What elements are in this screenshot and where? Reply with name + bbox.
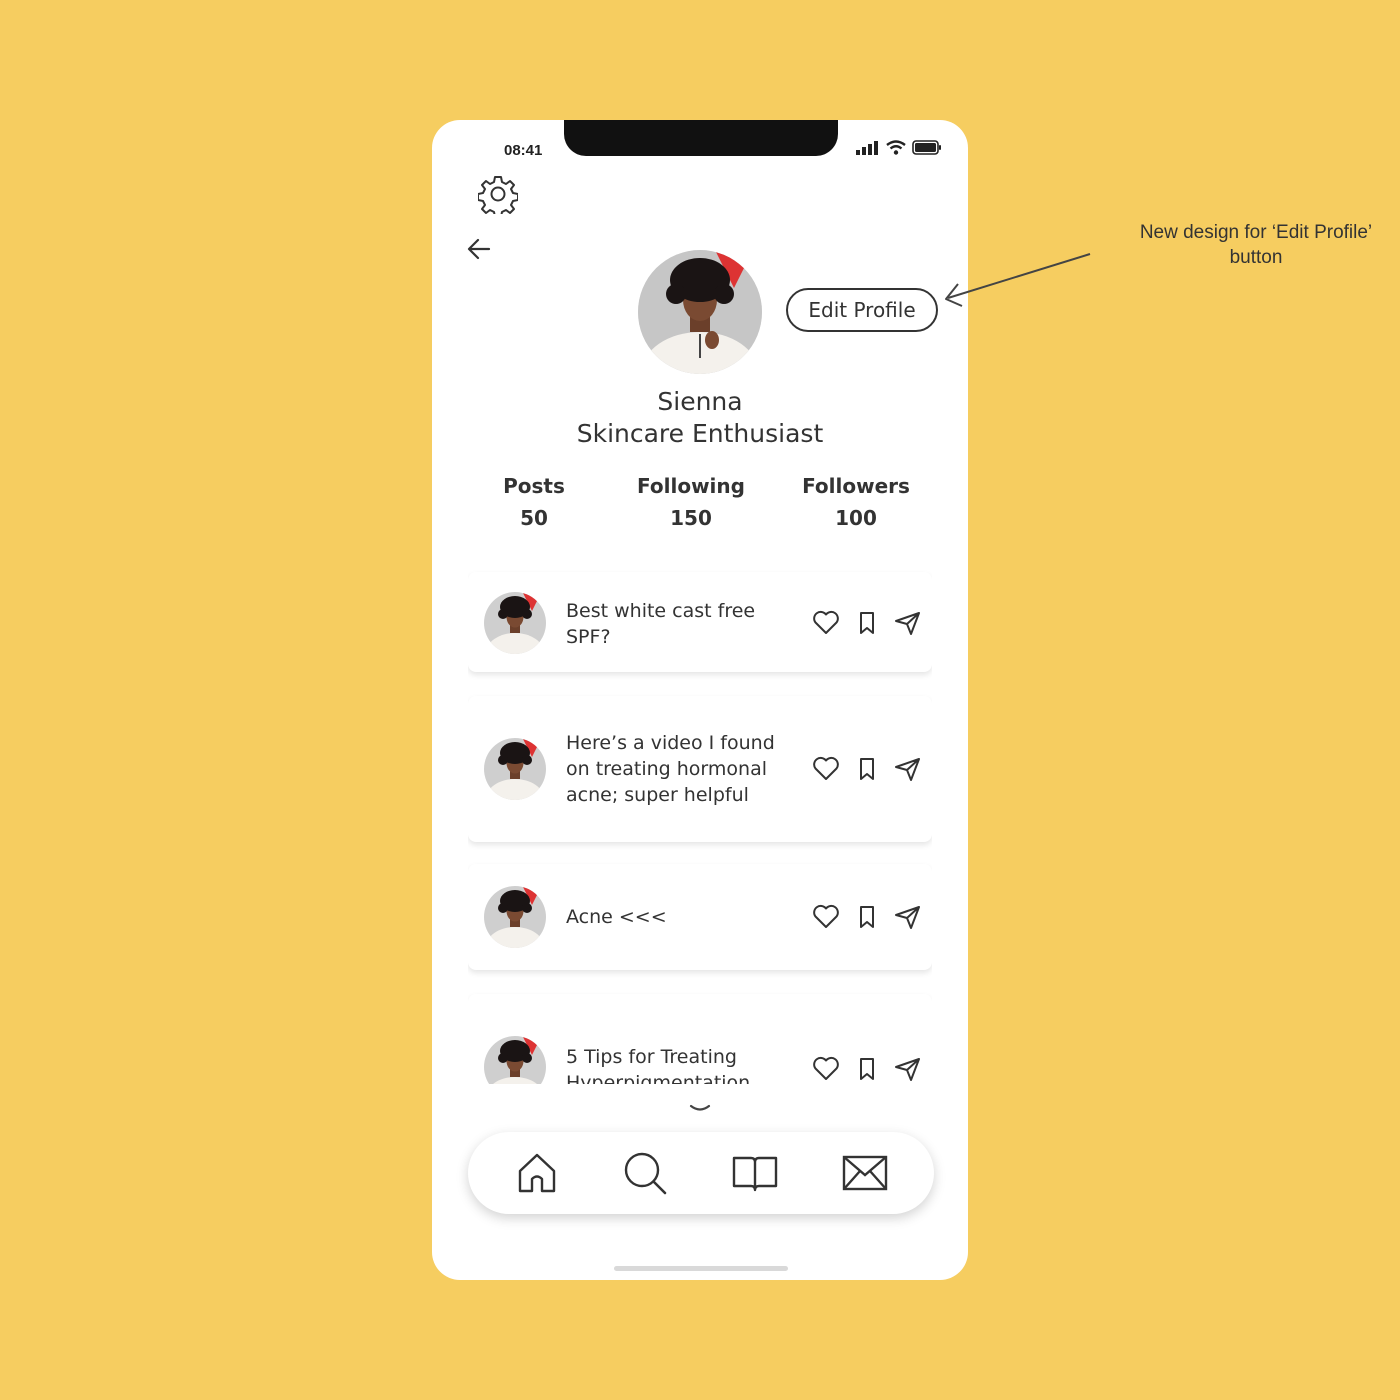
notch (564, 120, 838, 156)
bookmark-icon[interactable] (854, 904, 880, 930)
annotation-arrow-icon (945, 253, 1091, 307)
post-avatar (484, 1036, 546, 1084)
stat-value: 50 (520, 506, 548, 530)
heart-icon[interactable] (812, 756, 840, 782)
send-icon[interactable] (894, 904, 922, 930)
post-avatar (484, 738, 546, 800)
search-icon[interactable] (620, 1148, 670, 1198)
bookmark-icon[interactable] (854, 756, 880, 782)
wifi-icon (886, 140, 906, 155)
stat-label: Followers (802, 474, 910, 498)
book-icon[interactable] (730, 1148, 780, 1198)
post-card[interactable]: 5 Tips for Treating Hyperpigmentation (468, 994, 932, 1084)
profile-avatar (638, 250, 762, 374)
post-text: 5 Tips for Treating Hyperpigmentation (566, 1046, 751, 1084)
profile-header: Sienna Skincare Enthusiast (432, 386, 968, 450)
bookmark-icon[interactable] (854, 1056, 880, 1082)
stat-value: 100 (835, 506, 877, 530)
heart-icon[interactable] (812, 904, 840, 930)
status-icons (856, 140, 942, 155)
post-avatar (484, 592, 546, 654)
stat-value: 150 (670, 506, 712, 530)
back-arrow-icon[interactable] (466, 236, 492, 266)
post-text: Best white cast free SPF? (566, 600, 756, 648)
status-time: 08:41 (504, 142, 543, 159)
heart-icon[interactable] (812, 1056, 840, 1082)
post-card[interactable]: Here’s a video I found on treating hormo… (468, 696, 932, 842)
profile-tagline: Skincare Enthusiast (576, 419, 824, 448)
send-icon[interactable] (894, 610, 922, 636)
battery-icon (912, 140, 941, 155)
post-actions (812, 1056, 922, 1082)
post-actions (812, 904, 922, 930)
post-card[interactable]: Best white cast free SPF? (468, 572, 932, 672)
edit-profile-button[interactable]: Edit Profile (786, 288, 938, 332)
settings-gear-icon[interactable] (477, 174, 519, 218)
stat-label: Posts (503, 474, 565, 498)
home-indicator (614, 1266, 788, 1271)
design-annotation: New design for ‘Edit Profile’ button (1139, 222, 1373, 268)
bottom-nav (468, 1132, 934, 1214)
chevron-down-icon[interactable] (688, 1100, 712, 1119)
post-actions (812, 756, 922, 782)
send-icon[interactable] (894, 1056, 922, 1082)
post-card[interactable]: Acne <<< (468, 864, 932, 970)
stat-followers[interactable]: Followers 100 (794, 472, 918, 536)
signal-icon (856, 140, 878, 155)
send-icon[interactable] (894, 756, 922, 782)
phone-screen: 08:41 Edit Profile Sienna Skincare Enthu… (432, 120, 968, 1280)
post-avatar (484, 886, 546, 948)
bookmark-icon[interactable] (854, 610, 880, 636)
profile-stats: Posts 50 Following 150 Followers 100 (432, 472, 968, 542)
post-actions (812, 610, 922, 636)
post-text: Here’s a video I found on treating hormo… (566, 732, 775, 806)
post-text: Acne <<< (566, 906, 667, 928)
posts-list[interactable]: Best white cast free SPF? Here’s a video… (468, 568, 932, 1084)
profile-name: Sienna (657, 387, 743, 416)
stat-posts[interactable]: Posts 50 (486, 472, 582, 536)
stat-following[interactable]: Following 150 (628, 472, 754, 536)
stat-label: Following (637, 474, 745, 498)
home-icon[interactable] (512, 1148, 562, 1198)
mail-icon[interactable] (840, 1148, 890, 1198)
heart-icon[interactable] (812, 610, 840, 636)
